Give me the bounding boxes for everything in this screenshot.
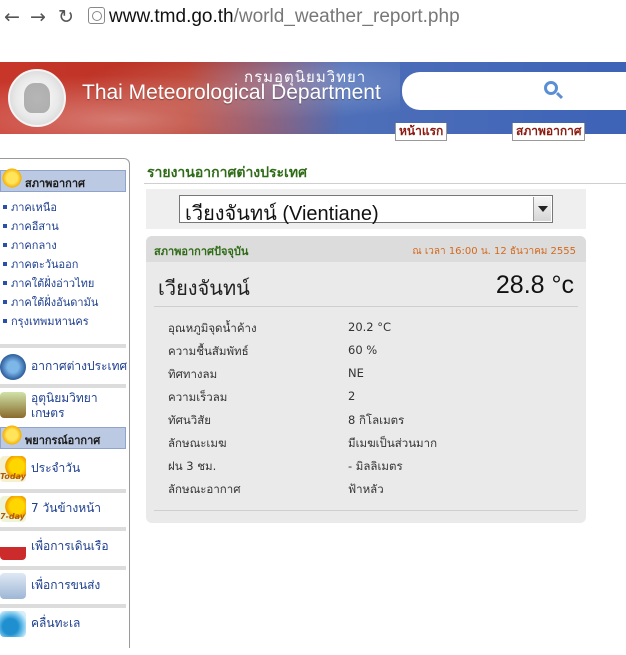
detail-label: อุณหภูมิจุดน้ำค้าง	[168, 321, 257, 335]
detail-label: ลักษณะเมฆ	[168, 436, 227, 450]
detail-row-condition: ลักษณะอากาศ ฟ้าหลัว	[168, 481, 568, 504]
detail-value: 8 กิโลเมตร	[348, 413, 405, 427]
wave-icon	[0, 611, 26, 637]
forward-arrow-icon[interactable]: →	[30, 6, 46, 28]
url-path: /world_weather_report.php	[233, 6, 460, 27]
detail-value: 20.2 °C	[348, 320, 392, 334]
city-select-value: เวียงจันทน์ (Vientiane)	[185, 203, 379, 225]
region-item-bangkok[interactable]: กรุงเทพมหานคร	[0, 312, 126, 331]
sidebar-divider	[0, 344, 126, 348]
forecast-section-header: พยากรณ์อากาศ	[0, 424, 126, 449]
agri-label-line2: เกษตร	[31, 406, 65, 420]
crop-icon	[0, 392, 26, 418]
page-title: รายงานอากาศต่างประเทศ	[147, 165, 307, 181]
detail-value: ฟ้าหลัว	[348, 482, 384, 496]
airplane-icon	[0, 573, 26, 599]
search-icon[interactable]	[544, 81, 558, 95]
detail-label: ความเร็วลม	[168, 390, 228, 404]
forecast-section-label: พยากรณ์อากาศ	[25, 434, 101, 447]
temperature-value: 28.8 °c	[495, 271, 574, 299]
url-field[interactable]: www.tmd.go.th/world_weather_report.php	[88, 5, 460, 29]
region-item-south-gulf[interactable]: ภาคใต้ฝั่งอ่าวไทย	[0, 274, 126, 293]
detail-value: - มิลลิเมตร	[348, 459, 403, 473]
detail-label: ความชื้นสัมพัทธ์	[168, 344, 249, 358]
weather-report-panel: สภาพอากาศปัจจุบัน ณ เวลา 16:00 น. 12 ธัน…	[146, 236, 586, 523]
region-item-north[interactable]: ภาคเหนือ	[0, 198, 126, 217]
shipping-forecast-link[interactable]: เพื่อการเดินเรือ	[0, 530, 126, 566]
report-header: สภาพอากาศปัจจุบัน ณ เวลา 16:00 น. 12 ธัน…	[146, 236, 586, 262]
org-name-english: Thai Meteorological Department	[82, 81, 381, 104]
detail-row-cloud: ลักษณะเมฆ มีเมฆเป็นส่วนมาก	[168, 435, 568, 458]
reload-icon[interactable]: ↻	[58, 6, 74, 28]
detail-value: NE	[348, 366, 364, 380]
detail-value: 60 %	[348, 343, 378, 357]
today-badge: Today	[0, 472, 27, 481]
detail-row-rain-3h: ฝน 3 ชม. - มิลลิเมตร	[168, 458, 568, 481]
city-name: เวียงจันทน์	[158, 276, 250, 300]
sailboat-icon	[0, 534, 26, 560]
weather-section-label: สภาพอากาศ	[25, 177, 85, 190]
region-list: ภาคเหนือ ภาคอีสาน ภาคกลาง ภาคตะวันออก ภา…	[0, 198, 126, 331]
globe-icon	[0, 354, 26, 380]
sun-icon	[1, 167, 23, 189]
world-weather-label: อากาศต่างประเทศ	[31, 359, 128, 373]
page-info-icon[interactable]	[88, 7, 105, 24]
current-weather-label: สภาพอากาศปัจจุบัน	[154, 245, 249, 258]
agri-meteorology-label: อุตุนิยมวิทยา เกษตร	[31, 391, 98, 421]
report-divider	[154, 510, 578, 511]
site-search-box[interactable]	[402, 72, 626, 110]
detail-value: มีเมฆเป็นส่วนมาก	[348, 436, 438, 450]
seven-day-forecast-label: 7 วันข้างหน้า	[31, 501, 102, 515]
report-divider	[154, 306, 578, 307]
tmd-seal-logo[interactable]	[8, 69, 66, 127]
region-item-east[interactable]: ภาคตะวันออก	[0, 255, 126, 274]
aviation-forecast-link[interactable]: เพื่อการขนส่ง	[0, 569, 126, 605]
world-weather-link[interactable]: อากาศต่างประเทศ	[0, 350, 128, 386]
weather-link[interactable]: สภาพอากาศ	[512, 123, 586, 141]
browser-address-bar: ← → ↻ www.tmd.go.th/world_weather_report…	[0, 0, 626, 36]
weather-details: อุณหภูมิจุดน้ำค้าง 20.2 °C ความชื้นสัมพัท…	[168, 320, 568, 504]
aviation-forecast-label: เพื่อการขนส่ง	[31, 578, 101, 592]
seven-day-badge: 7-day	[0, 512, 25, 521]
daily-forecast-label: ประจำวัน	[31, 461, 81, 475]
detail-value: 2	[348, 389, 356, 403]
left-sidebar: สภาพอากาศ ภาคเหนือ ภาคอีสาน ภาคกลาง ภาคต…	[0, 150, 132, 655]
agri-label-line1: อุตุนิยมวิทยา	[31, 391, 98, 405]
region-item-northeast[interactable]: ภาคอีสาน	[0, 217, 126, 236]
city-select-area: เวียงจันทน์ (Vientiane)	[146, 189, 586, 229]
sun-icon	[1, 424, 23, 446]
detail-label: ทัศนวิสัย	[168, 413, 211, 427]
city-select[interactable]: เวียงจันทน์ (Vientiane)	[179, 195, 553, 225]
agri-meteorology-link[interactable]: อุตุนิยมวิทยา เกษตร	[0, 388, 126, 426]
region-item-south-andaman[interactable]: ภาคใต้ฝั่งอันดามัน	[0, 293, 126, 312]
detail-label: ฝน 3 ชม.	[168, 459, 217, 473]
back-arrow-icon[interactable]: ←	[4, 6, 20, 28]
waves-forecast-label: คลื่นทะเล	[31, 616, 81, 630]
weather-section-header: สภาพอากาศ	[0, 167, 126, 192]
detail-row-wind-direction: ทิศทางลม NE	[168, 366, 568, 389]
detail-row-wind-speed: ความเร็วลม 2	[168, 389, 568, 412]
title-divider	[144, 183, 626, 184]
daily-forecast-link[interactable]: Today ประจำวัน	[0, 452, 126, 488]
waves-forecast-link[interactable]: คลื่นทะเล	[0, 607, 126, 643]
detail-row-visibility: ทัศนวิสัย 8 กิโลเมตร	[168, 412, 568, 435]
detail-label: ทิศทางลม	[168, 367, 218, 381]
chevron-down-icon[interactable]	[533, 197, 551, 221]
home-link[interactable]: หน้าแรก	[395, 123, 448, 141]
detail-label: ลักษณะอากาศ	[168, 482, 241, 496]
shipping-forecast-label: เพื่อการเดินเรือ	[31, 539, 109, 553]
region-item-central[interactable]: ภาคกลาง	[0, 236, 126, 255]
url-host: www.tmd.go.th	[109, 6, 234, 27]
report-timestamp: ณ เวลา 16:00 น. 12 ธันวาคม 2555	[412, 246, 576, 257]
detail-row-dewpoint: อุณหภูมิจุดน้ำค้าง 20.2 °C	[168, 320, 568, 343]
detail-row-humidity: ความชื้นสัมพัทธ์ 60 %	[168, 343, 568, 366]
seven-day-forecast-link[interactable]: 7-day 7 วันข้างหน้า	[0, 492, 126, 528]
